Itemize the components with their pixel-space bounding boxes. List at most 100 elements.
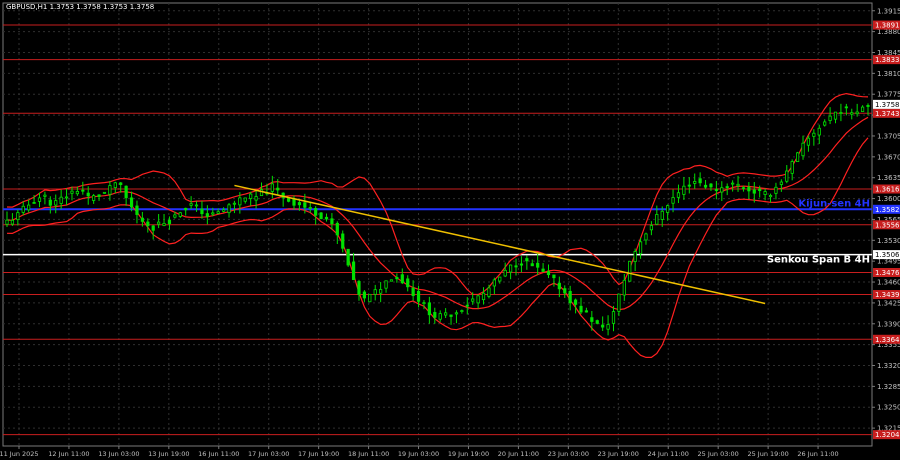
candle-body: [238, 197, 242, 206]
level-price-label: 1.3506: [875, 251, 900, 259]
x-tick-label: 19 Jun 19:00: [448, 450, 489, 458]
candle-body: [243, 197, 247, 202]
candle-body: [438, 313, 442, 320]
candle-body: [606, 324, 610, 330]
candle-body: [335, 222, 339, 236]
candle-body: [546, 271, 551, 276]
candle-body: [487, 287, 491, 297]
y-tick-label: 1.3705: [877, 132, 900, 140]
candle-body: [319, 212, 323, 220]
annotation-0: Kijun-sen 4H: [798, 198, 870, 209]
candle-body: [427, 302, 431, 316]
candle-body: [801, 142, 805, 157]
y-tick-label: 1.3670: [877, 153, 900, 161]
symbol-info: GBPUSD,H1 1.3753 1.3758 1.3753 1.3758: [6, 3, 154, 11]
price-chart[interactable]: Kijun-sen 4HSenkou Span B 4H 1.39151.388…: [0, 0, 900, 460]
x-tick-label: 25 Jun 19:00: [747, 450, 788, 458]
candle-body: [157, 221, 161, 225]
candle-body: [454, 312, 459, 315]
candle-body: [644, 233, 648, 241]
candle-body: [498, 276, 502, 282]
candle-body: [687, 184, 691, 187]
candle-body: [189, 203, 193, 206]
candle-body: [779, 181, 783, 185]
candle-body: [649, 225, 653, 231]
candle-body: [222, 209, 226, 212]
candle-body: [698, 178, 702, 184]
candle-body: [471, 298, 475, 302]
candle-body: [113, 182, 117, 189]
x-tick-label: 17 Jun 03:00: [248, 450, 289, 458]
candle-body: [660, 210, 664, 220]
candle-body: [384, 280, 388, 289]
x-tick-label: 26 Jun 11:00: [797, 450, 838, 458]
candle-body: [194, 204, 199, 207]
candle-body: [714, 189, 718, 192]
candle-body: [97, 194, 101, 197]
candle-body: [411, 287, 415, 297]
candle-body: [492, 279, 496, 287]
candle-body: [514, 265, 518, 268]
candle-body: [476, 295, 480, 304]
candle-body: [232, 202, 237, 205]
candle-body: [833, 111, 838, 120]
x-tick-label: 13 Jun 03:00: [98, 450, 139, 458]
y-tick-label: 1.3285: [877, 383, 900, 391]
y-tick-label: 1.3460: [877, 279, 900, 287]
candle-body: [227, 204, 231, 214]
candle-body: [525, 258, 529, 262]
candle-body: [249, 193, 253, 199]
candle-body: [27, 204, 31, 211]
candle-body: [37, 197, 42, 202]
candle-body: [102, 191, 107, 194]
candle-body: [129, 197, 134, 208]
candle-body: [655, 214, 659, 225]
y-tick-label: 1.3810: [877, 70, 900, 78]
candle-body: [828, 115, 832, 121]
candle-body: [519, 263, 524, 266]
candle-body: [406, 278, 410, 288]
candle-body: [314, 208, 318, 216]
candle-body: [32, 202, 36, 204]
candle-body: [839, 112, 843, 114]
y-tick-label: 1.3320: [877, 362, 900, 370]
level-price-label: 1.3582: [875, 206, 900, 214]
candle-body: [682, 185, 686, 195]
level-price-label: 1.3476: [875, 269, 900, 277]
x-tick-label: 25 Jun 03:00: [698, 450, 739, 458]
y-tick-label: 1.3390: [877, 320, 900, 328]
candle-body: [703, 184, 708, 188]
candle-body: [81, 189, 85, 192]
candle-body: [758, 188, 762, 192]
candle-body: [579, 305, 583, 313]
candle-body: [124, 185, 128, 199]
candle-body: [444, 312, 448, 316]
candle-body: [601, 324, 605, 328]
level-price-label: 1.3556: [875, 221, 900, 229]
candle-body: [119, 182, 123, 185]
candle-body: [530, 263, 534, 267]
candle-body: [666, 205, 670, 213]
level-price-label: 1.3204: [875, 431, 900, 439]
candle-body: [584, 310, 589, 313]
candle-body: [503, 269, 507, 277]
candle-body: [563, 288, 567, 294]
candle-body: [341, 233, 345, 249]
candle-body: [162, 222, 166, 226]
candle-body: [850, 112, 854, 115]
candle-body: [48, 199, 52, 206]
candle-body: [855, 111, 859, 115]
candle-body: [286, 198, 291, 202]
candle-body: [595, 320, 599, 324]
y-tick-label: 1.3915: [877, 7, 900, 15]
y-tick-label: 1.3600: [877, 195, 900, 203]
candle-body: [573, 299, 578, 305]
candle-body: [460, 310, 464, 312]
candle-body: [465, 304, 469, 307]
candle-body: [395, 277, 399, 280]
candle-body: [796, 152, 800, 162]
candle-body: [151, 225, 155, 231]
candle-body: [747, 186, 751, 192]
candle-body: [481, 292, 486, 301]
candle-body: [433, 312, 437, 318]
